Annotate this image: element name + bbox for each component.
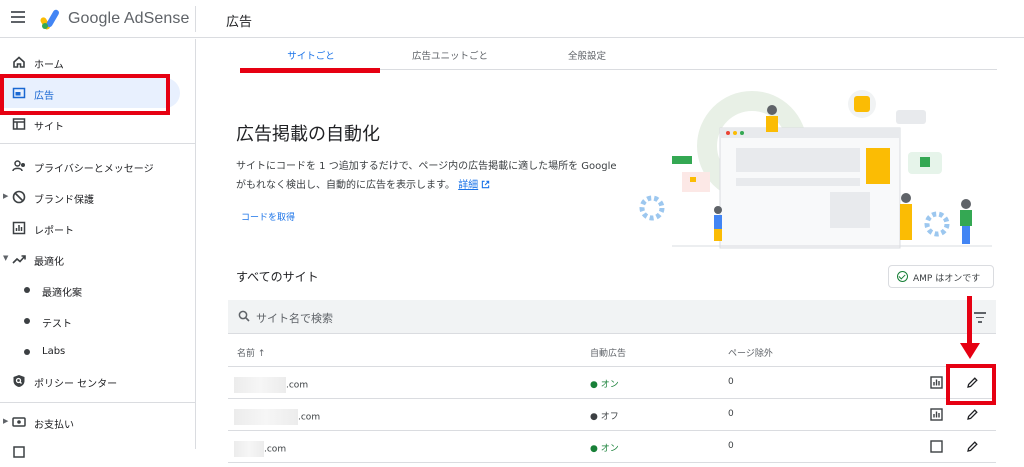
sidebar-item-label: ポリシー センター <box>34 379 118 390</box>
hero-description-line: がもれなく検出し、自動的に広告を表示します。 <box>236 180 455 191</box>
privacy-icon <box>12 160 25 172</box>
annotation-highlight-box <box>946 364 996 405</box>
tab-bar: サイトごと 広告ユニットごと 全般設定 <box>242 38 997 70</box>
check-circle-icon <box>897 271 908 282</box>
sidebar-item-brand-safety[interactable]: ▶ ブランド保護 <box>0 182 195 212</box>
sidebar-item-home[interactable]: ホーム <box>0 47 195 77</box>
policy-icon <box>13 375 25 387</box>
sidebar-item-labs[interactable]: Labs <box>0 337 195 367</box>
sidebar-divider <box>0 402 195 403</box>
redacted-block <box>234 377 286 393</box>
annotation-underline <box>240 68 380 73</box>
column-header-page-exclusions: ページ除外 <box>728 349 773 359</box>
app-brand-name: Google AdSense <box>68 10 190 27</box>
edit-icon[interactable] <box>966 408 979 421</box>
sidebar-item-label: レポート <box>34 226 74 237</box>
report-icon <box>12 221 26 235</box>
trending-up-icon <box>12 255 26 264</box>
site-suffix: .com <box>286 380 309 391</box>
site-name[interactable]: .com <box>234 377 308 393</box>
sidebar-item-label: お支払い <box>34 420 74 431</box>
sites-icon <box>12 118 26 130</box>
sidebar-item-label: ブランド保護 <box>34 195 94 206</box>
auto-ads-status: ● オフ <box>590 412 619 422</box>
report-icon[interactable] <box>930 408 943 421</box>
page-exclusions-count: 0 <box>728 377 734 387</box>
bullet-icon <box>24 349 30 355</box>
hero-description-line: サイトにコードを 1 つ追加するだけで、ページ内の広告掲載に適した場所を Goo… <box>236 161 617 172</box>
sidebar-item-label: 最適化案 <box>42 288 82 299</box>
account-icon <box>13 446 25 458</box>
sidebar-item-reports[interactable]: レポート <box>0 213 195 243</box>
home-icon <box>13 56 25 68</box>
tab-by-ad-unit[interactable]: 広告ユニットごと <box>400 48 500 62</box>
auto-ads-illustration <box>639 90 992 249</box>
sidebar-item-label: テスト <box>42 319 72 330</box>
hero-description: サイトにコードを 1 つ追加するだけで、ページ内の広告掲載に適した場所を Goo… <box>236 157 636 195</box>
bullet-icon <box>24 287 30 293</box>
table-row[interactable]: .com ● オン 0 <box>228 431 996 463</box>
column-header-name[interactable]: 名前 ↑ <box>237 346 265 359</box>
site-name[interactable]: .com <box>234 409 320 425</box>
section-title: すべてのサイト <box>236 270 319 284</box>
site-name[interactable]: .com <box>234 441 286 457</box>
sidebar-divider <box>0 143 195 144</box>
sidebar-item-optimization[interactable]: ▼ 最適化 <box>0 244 195 274</box>
sidebar-item-label: サイト <box>34 122 64 133</box>
header-divider <box>195 6 196 32</box>
annotation-arrow-head <box>960 343 980 359</box>
amp-chip-label: AMP はオンです <box>913 274 981 284</box>
block-icon <box>12 190 26 204</box>
filter-icon[interactable] <box>974 312 986 326</box>
table-row[interactable]: .com ● オン 0 <box>228 367 996 399</box>
site-search-bar[interactable]: サイト名で検索 <box>228 300 996 334</box>
redacted-block <box>234 441 264 457</box>
page-title: 広告 <box>226 15 253 30</box>
chevron-down-icon: ▼ <box>3 254 9 262</box>
sidebar-item-experiments[interactable]: テスト <box>0 306 195 336</box>
report-icon[interactable] <box>930 440 943 453</box>
top-app-bar: Google AdSense 広告 <box>0 0 1024 38</box>
auto-ads-status: ● オン <box>590 380 619 390</box>
adsense-logo-icon <box>40 9 59 30</box>
page-exclusions-count: 0 <box>728 441 734 451</box>
table-row[interactable]: .com ● オフ 0 <box>228 399 996 431</box>
tab-by-site[interactable]: サイトごと <box>272 48 350 62</box>
site-suffix: .com <box>264 444 287 455</box>
sidebar-item-privacy[interactable]: プライバシーとメッセージ <box>0 151 195 181</box>
sidebar-item-suggestions[interactable]: 最適化案 <box>0 275 195 305</box>
page-exclusions-count: 0 <box>728 409 734 419</box>
sidebar-item-payments[interactable]: ▶ お支払い <box>0 407 195 437</box>
column-header-auto-ads: 自動広告 <box>590 349 627 359</box>
sidebar-item-policy-center[interactable]: ポリシー センター <box>0 366 195 396</box>
amp-status-chip[interactable]: AMP はオンです <box>888 265 994 288</box>
search-input[interactable]: サイト名で検索 <box>256 310 333 326</box>
redacted-block <box>234 409 298 425</box>
payments-icon <box>12 417 26 427</box>
bullet-icon <box>24 318 30 324</box>
annotation-arrow-shaft <box>967 296 972 344</box>
get-code-link[interactable]: コードを取得 <box>241 210 295 223</box>
sidebar-item-label: ホーム <box>34 60 64 71</box>
external-link-icon[interactable] <box>481 180 490 189</box>
annotation-highlight-box <box>0 74 170 115</box>
chevron-right-icon: ▶ <box>3 417 9 425</box>
tab-general-settings[interactable]: 全般設定 <box>552 48 622 62</box>
sidebar-item-label: Labs <box>42 346 66 357</box>
edit-icon[interactable] <box>966 440 979 453</box>
sidebar-item-more[interactable] <box>0 437 195 467</box>
details-link[interactable]: 詳細 <box>458 180 478 191</box>
sidebar-item-label: 最適化 <box>34 257 64 268</box>
auto-ads-status: ● オン <box>590 444 619 454</box>
chevron-right-icon: ▶ <box>3 192 9 200</box>
site-suffix: .com <box>298 412 321 423</box>
report-icon[interactable] <box>930 376 943 389</box>
hero-title: 広告掲載の自動化 <box>236 124 380 145</box>
sidebar-item-label: プライバシーとメッセージ <box>34 164 154 175</box>
search-icon <box>238 310 250 322</box>
table-header: 名前 ↑ 自動広告 ページ除外 <box>228 340 996 367</box>
menu-icon[interactable] <box>11 11 25 23</box>
